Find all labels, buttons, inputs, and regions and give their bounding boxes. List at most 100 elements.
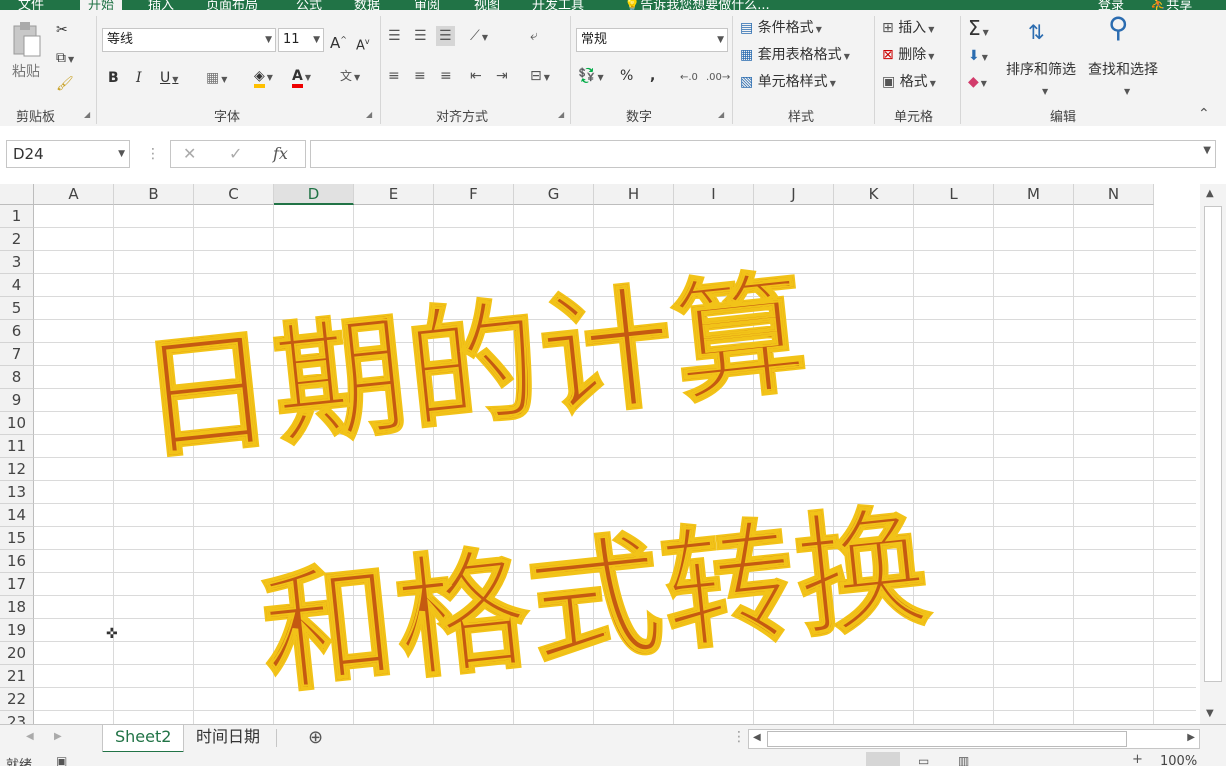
bold-button[interactable]: B <box>108 68 119 88</box>
merge-center-icon[interactable]: ⊟ ▼ <box>530 66 550 88</box>
row-header-5[interactable]: 5 <box>0 297 34 320</box>
page-break-view-icon[interactable]: ▥ <box>958 754 969 766</box>
page-layout-view-icon[interactable]: ▭ <box>918 754 929 766</box>
align-top-icon[interactable]: ☰ <box>388 26 401 46</box>
delete-cells-button[interactable]: ⊠ 删除 ▼ <box>882 45 934 67</box>
tab-scroll-right-icon[interactable]: ▶ <box>54 731 62 742</box>
currency-icon[interactable]: 💱 ▼ <box>578 66 604 88</box>
wrap-text-icon[interactable]: ⤶ <box>530 26 538 46</box>
column-header-n[interactable]: N <box>1074 184 1154 205</box>
format-cells-button[interactable]: ▣ 格式 ▼ <box>882 72 936 94</box>
column-header-g[interactable]: G <box>514 184 594 205</box>
worksheet-grid[interactable]: ABCDEFGHIJKLMN 1 2 3 4 5 6 7 8 9 10 11 12 13 14 15 16 17… <box>0 184 1196 724</box>
percent-button[interactable]: % <box>620 66 633 86</box>
italic-button[interactable]: I <box>136 68 142 88</box>
add-sheet-icon[interactable]: ⊕ <box>308 727 323 748</box>
tab-view[interactable]: 视图 <box>474 0 500 10</box>
share-button[interactable]: ⛹共享 <box>1150 0 1192 10</box>
insert-cells-button[interactable]: ⊞ 插入 ▼ <box>882 18 934 40</box>
conditional-format-button[interactable]: ▤ 条件格式 ▼ <box>740 18 822 40</box>
column-header-l[interactable]: L <box>914 184 994 205</box>
zoom-level[interactable]: 100% <box>1160 754 1197 766</box>
find-select-button[interactable]: 查找和选择 <box>1088 60 1158 80</box>
macro-record-icon[interactable]: ▣ <box>56 754 67 766</box>
align-left-icon[interactable]: ≡ <box>388 66 400 86</box>
alignment-launcher-icon[interactable]: ◢ <box>558 110 564 119</box>
shrink-font-button[interactable]: Av <box>356 32 370 56</box>
row-header-15[interactable]: 15 <box>0 527 34 550</box>
comma-button[interactable]: , <box>650 66 655 86</box>
row-header-7[interactable]: 7 <box>0 343 34 366</box>
fill-color-icon[interactable]: ◈ ▼ <box>254 66 273 88</box>
normal-view-icon[interactable] <box>866 752 900 766</box>
cancel-icon[interactable]: ✕ <box>183 144 196 163</box>
align-middle-icon[interactable]: ☰ <box>414 26 427 46</box>
scroll-up-icon[interactable]: ▲ <box>1206 188 1214 199</box>
grow-font-button[interactable]: A^ <box>330 30 347 53</box>
row-header-8[interactable]: 8 <box>0 366 34 389</box>
orientation-icon[interactable]: ⟋ ▼ <box>470 26 488 48</box>
row-header-10[interactable]: 10 <box>0 412 34 435</box>
formula-input[interactable]: ▼ <box>310 140 1216 168</box>
tab-file[interactable]: 文件 <box>18 0 44 10</box>
scroll-down-icon[interactable]: ▼ <box>1206 708 1214 719</box>
tab-developer[interactable]: 开发工具 <box>532 0 584 10</box>
row-header-21[interactable]: 21 <box>0 665 34 688</box>
phonetic-icon[interactable]: 文 ▼ <box>340 66 360 88</box>
align-center-icon[interactable]: ≡ <box>414 66 426 86</box>
insert-function-icon[interactable]: fx <box>273 144 288 163</box>
row-header-14[interactable]: 14 <box>0 504 34 527</box>
font-size-combo[interactable]: 11 ▼ <box>278 28 324 52</box>
collapse-ribbon-icon[interactable]: ⌃ <box>1198 104 1210 124</box>
column-header-b[interactable]: B <box>114 184 194 205</box>
tab-scroll-left-icon[interactable]: ◀ <box>26 731 34 742</box>
row-header-2[interactable]: 2 <box>0 228 34 251</box>
cut-icon[interactable]: ✂ <box>56 20 68 40</box>
paste-button[interactable]: 粘贴 <box>12 62 40 82</box>
row-header-11[interactable]: 11 <box>0 435 34 458</box>
select-all-corner[interactable] <box>0 184 34 205</box>
column-header-e[interactable]: E <box>354 184 434 205</box>
row-header-3[interactable]: 3 <box>0 251 34 274</box>
sign-in-link[interactable]: 登录 <box>1098 0 1124 10</box>
row-header-20[interactable]: 20 <box>0 642 34 665</box>
align-right-icon[interactable]: ≡ <box>440 66 452 86</box>
format-as-table-button[interactable]: ▦ 套用表格格式 ▼ <box>740 45 850 67</box>
row-header-9[interactable]: 9 <box>0 389 34 412</box>
increase-indent-icon[interactable]: ⇥ <box>496 66 508 86</box>
column-header-d[interactable]: D <box>274 184 354 205</box>
fill-icon[interactable]: ⬇ ▼ <box>968 46 988 68</box>
tab-formulas[interactable]: 公式 <box>296 0 322 10</box>
column-header-c[interactable]: C <box>194 184 274 205</box>
format-painter-icon[interactable]: 🖌 <box>56 74 74 94</box>
vertical-scrollbar[interactable]: ▲ ▼ <box>1200 184 1226 724</box>
column-header-f[interactable]: F <box>434 184 514 205</box>
underline-button[interactable]: U ▼ <box>160 68 178 90</box>
row-header-13[interactable]: 13 <box>0 481 34 504</box>
row-header-1[interactable]: 1 <box>0 205 34 228</box>
row-header-18[interactable]: 18 <box>0 596 34 619</box>
font-launcher-icon[interactable]: ◢ <box>366 110 372 119</box>
column-header-m[interactable]: M <box>994 184 1074 205</box>
tab-insert[interactable]: 插入 <box>148 0 174 10</box>
paste-icon[interactable] <box>10 20 48 57</box>
autosum-button[interactable]: Σ ▼ <box>968 18 989 43</box>
font-color-icon[interactable]: A ▼ <box>292 66 311 88</box>
row-header-4[interactable]: 4 <box>0 274 34 297</box>
enter-icon[interactable]: ✓ <box>229 144 242 163</box>
column-header-h[interactable]: H <box>594 184 674 205</box>
tab-page-layout[interactable]: 页面布局 <box>206 0 258 10</box>
column-header-i[interactable]: I <box>674 184 754 205</box>
tab-review[interactable]: 审阅 <box>414 0 440 10</box>
wordart-title-line2[interactable]: 和格式转换 <box>252 460 938 720</box>
row-header-22[interactable]: 22 <box>0 688 34 711</box>
tab-home[interactable]: 开始 <box>80 0 123 10</box>
row-header-23[interactable]: 23 <box>0 711 34 724</box>
row-header-12[interactable]: 12 <box>0 458 34 481</box>
column-header-a[interactable]: A <box>34 184 114 205</box>
scroll-thumb[interactable] <box>1204 206 1222 682</box>
copy-icon[interactable]: ⧉ ▼ <box>56 48 74 70</box>
horizontal-scroll-thumb[interactable] <box>767 731 1127 747</box>
decrease-indent-icon[interactable]: ⇤ <box>470 66 482 86</box>
row-header-6[interactable]: 6 <box>0 320 34 343</box>
